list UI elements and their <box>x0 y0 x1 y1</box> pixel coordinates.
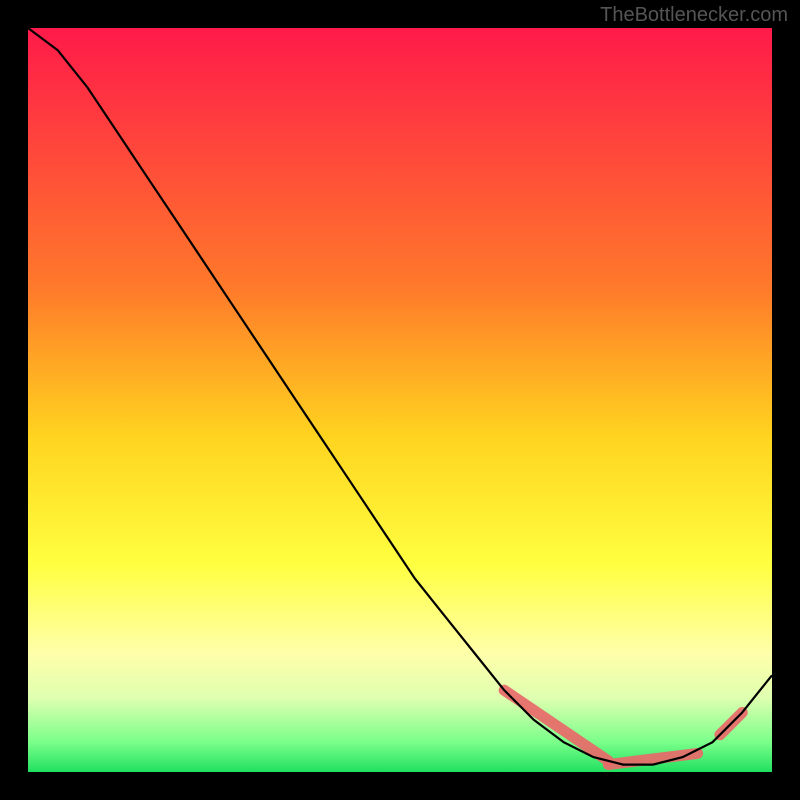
watermark-text: TheBottlenecker.com <box>600 4 788 27</box>
gradient-background <box>28 28 772 772</box>
chart-container: TheBottlenecker.com <box>0 0 800 800</box>
plot-area <box>28 28 772 772</box>
chart-svg <box>28 28 772 772</box>
